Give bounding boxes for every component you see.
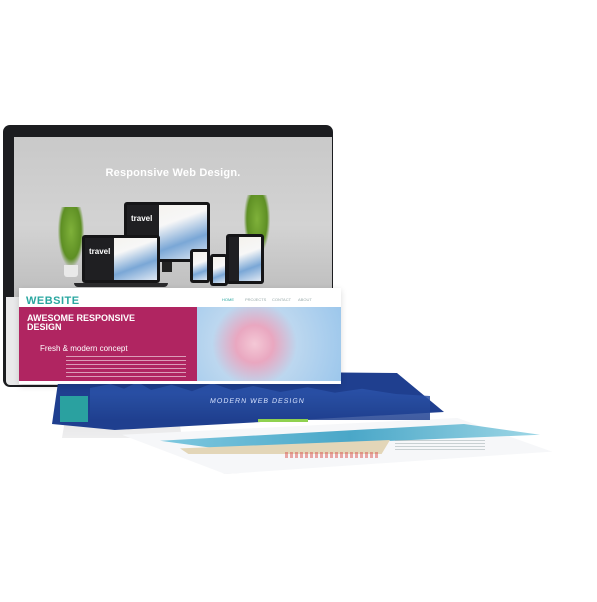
beach-text-lines [285,452,380,458]
mockup-desktop-stand [162,262,172,272]
nav-item-about: ABOUT [298,297,312,302]
hero-body-text [66,356,186,378]
city-page-button [258,419,308,422]
city-page-side-block [60,396,88,422]
hero-headline: AWESOME RESPONSIVE DESIGN [27,313,136,332]
mockup-travel-text-2: travel [89,247,111,256]
nav-item-contact: CONTACT [272,297,292,302]
website-logo: WEBSITE [26,295,80,307]
screen-title: Responsive Web Design. [105,167,241,179]
nav-item-home: HOME [222,297,234,302]
city-page-title: MODERN WEB DESIGN [209,398,306,405]
mockup-laptop-base [74,283,168,287]
mockup-tablet [226,234,264,284]
nav-item-projects: PROJECTS [245,297,267,302]
beach-text-lines-2 [395,440,485,450]
mockup-laptop: travel [82,235,160,283]
mockup-travel-text: travel [131,214,153,223]
hero-subheadline: Fresh & modern concept [40,344,128,353]
monitor-screen: Responsive Web Design. travel travel [14,137,332,297]
pot-left [64,265,78,277]
plant-left [58,207,84,267]
mockup-phone [210,254,228,286]
blossom-image [197,307,341,381]
mockup-phone-2 [190,249,210,283]
